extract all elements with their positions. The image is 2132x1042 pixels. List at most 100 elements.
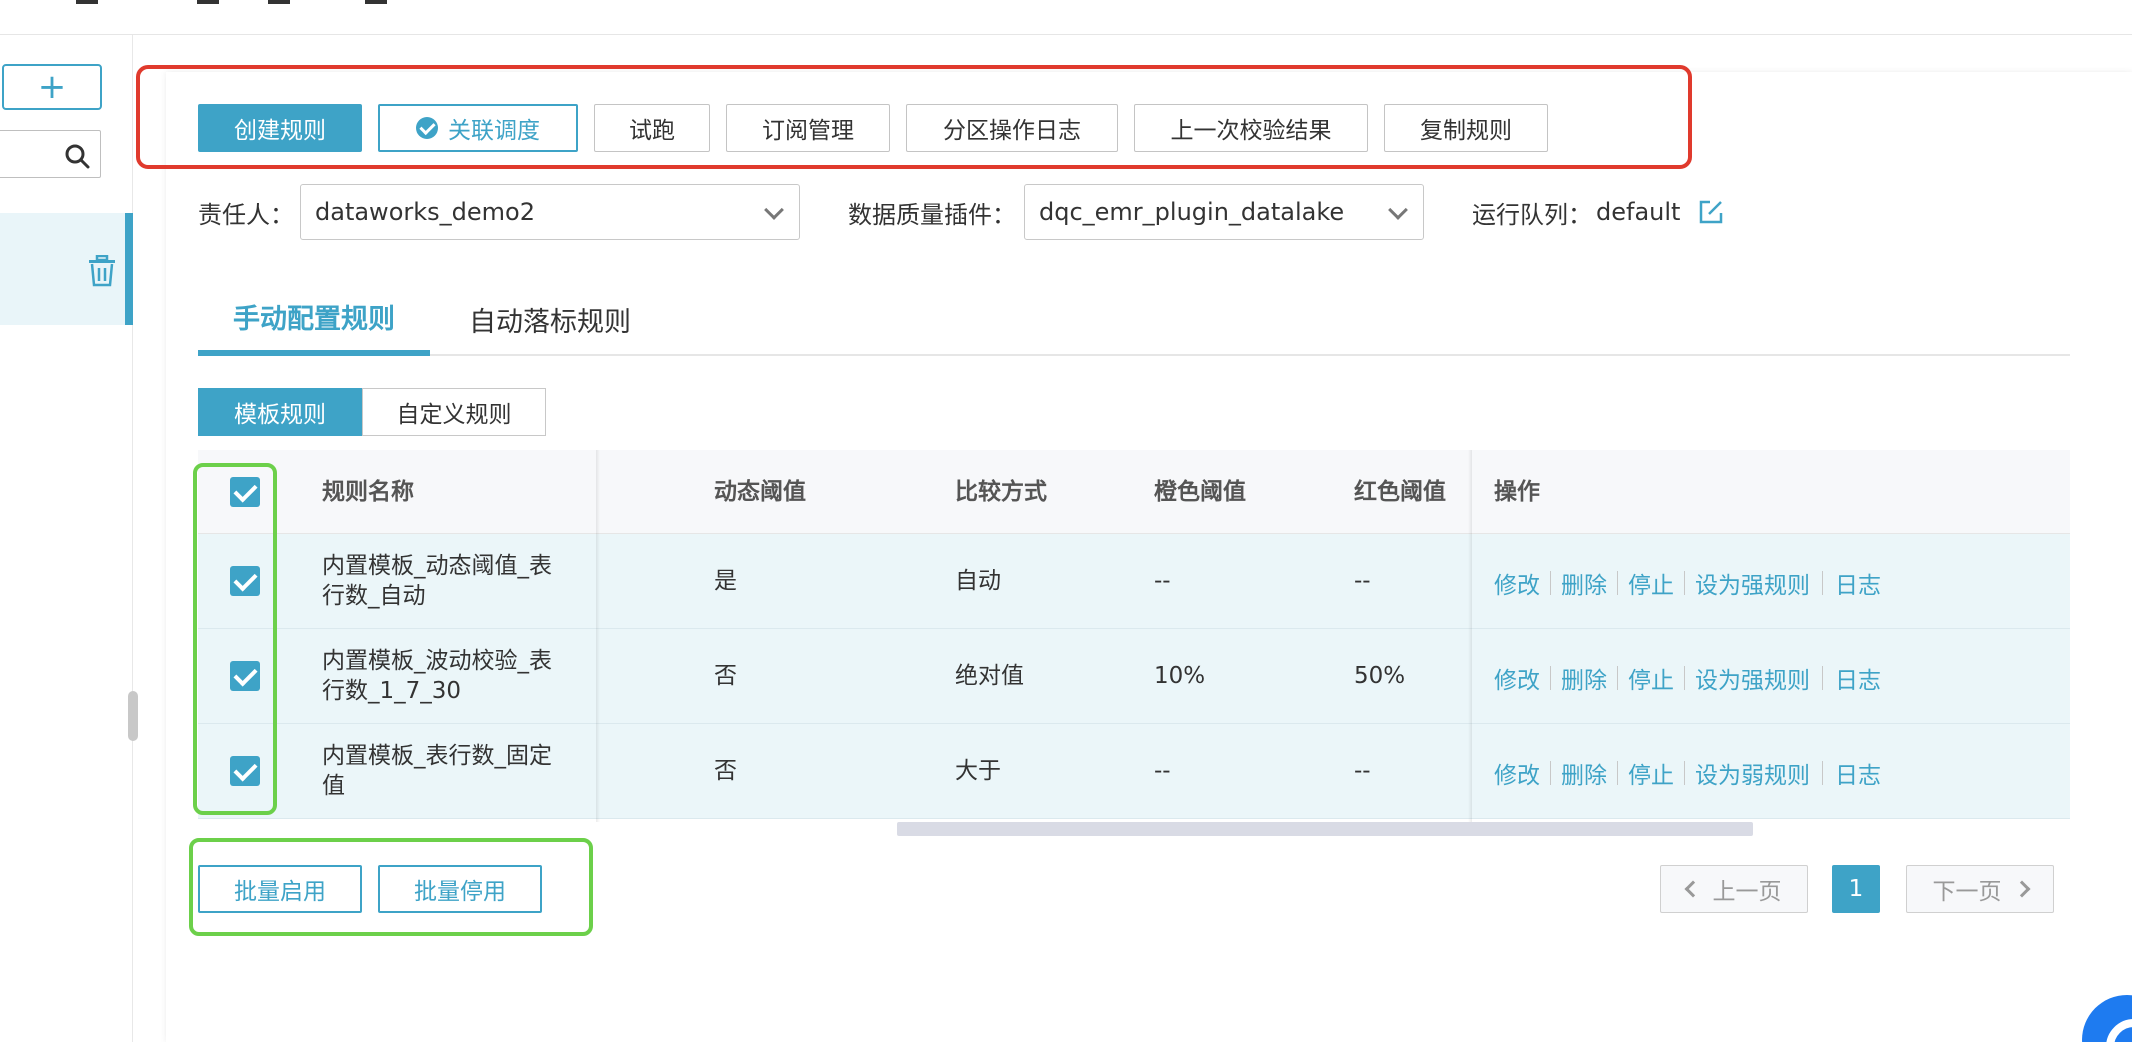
rule-name-line2: 行数_1_7_30 — [322, 678, 462, 704]
rule-type-switch: 模板规则 自定义规则 — [198, 388, 546, 436]
divider — [1617, 666, 1618, 690]
rule-name-line1: 内置模板_表行数_固定 — [322, 743, 552, 769]
header-fragment — [268, 0, 290, 4]
owner-select[interactable]: dataworks_demo2 — [300, 184, 800, 240]
trash-icon[interactable] — [87, 255, 117, 287]
set-strength-link[interactable]: 设为强规则 — [1695, 566, 1810, 600]
next-page-button[interactable]: 下一页 — [1906, 865, 2054, 913]
page-number-current[interactable]: 1 — [1832, 865, 1880, 913]
plugin-value: dqc_emr_plugin_datalake — [1039, 198, 1345, 226]
divider — [1684, 571, 1685, 595]
stop-link[interactable]: 停止 — [1628, 661, 1674, 695]
dynamic-threshold: 是 — [714, 568, 737, 594]
divider — [1550, 761, 1551, 785]
divider — [1822, 666, 1823, 690]
compare-mode: 自动 — [955, 568, 1001, 594]
owner-label: 责任人： — [198, 200, 294, 229]
header-dynamic: 动态阈值 — [714, 479, 806, 505]
config-row: 责任人： dataworks_demo2 数据质量插件： dqc_emr_plu… — [198, 184, 1724, 240]
header-red: 红色阈值 — [1354, 479, 1446, 505]
queue-label: 运行队列： — [1472, 200, 1592, 229]
annotation-box-batch-actions — [189, 838, 593, 936]
delete-link[interactable]: 删除 — [1561, 661, 1607, 695]
search-input[interactable] — [0, 130, 101, 178]
add-button[interactable]: + — [2, 64, 102, 110]
fixed-column-divider — [596, 450, 600, 822]
plus-icon: + — [37, 67, 67, 107]
rule-name-line1: 内置模板_动态阈值_表 — [322, 553, 552, 579]
chevron-down-icon — [1388, 200, 1408, 220]
rule-tabs: 手动配置规则 自动落标规则 — [198, 282, 2070, 356]
edit-icon[interactable] — [1698, 199, 1724, 225]
row-actions: 修改 删除 停止 设为强规则 日志 — [1494, 661, 1881, 695]
header-fragment — [365, 0, 387, 4]
log-link[interactable]: 日志 — [1835, 661, 1881, 695]
divider — [1822, 761, 1823, 785]
table-header: 规则名称 动态阈值 比较方式 橙色阈值 红色阈值 操作 — [198, 450, 2070, 534]
log-link[interactable]: 日志 — [1835, 756, 1881, 790]
divider — [1617, 571, 1618, 595]
next-page-label: 下一页 — [1932, 879, 2002, 905]
panel-resize-handle[interactable] — [128, 691, 138, 741]
orange-threshold: 10% — [1154, 663, 1206, 689]
fixed-column-divider — [1468, 450, 1472, 822]
header-name: 规则名称 — [322, 479, 414, 505]
header-fragment — [76, 0, 98, 4]
annotation-box-checkboxes — [193, 463, 277, 815]
plugin-select[interactable]: dqc_emr_plugin_datalake — [1024, 184, 1424, 240]
rule-name-line1: 内置模板_波动校验_表 — [322, 648, 552, 674]
compare-mode: 绝对值 — [955, 663, 1024, 689]
red-threshold: -- — [1354, 758, 1371, 784]
compare-mode: 大于 — [955, 758, 1001, 784]
divider — [1550, 571, 1551, 595]
prev-page-button[interactable]: 上一页 — [1660, 865, 1808, 913]
dynamic-threshold: 否 — [714, 663, 737, 689]
header-compare: 比较方式 — [955, 479, 1047, 505]
orange-threshold: -- — [1154, 758, 1171, 784]
app-root: + 创建规则 关联调度 试跑 订阅管理 分区操作日志 上一次校验结果 复制规则 … — [0, 0, 2132, 1042]
divider — [1822, 571, 1823, 595]
divider — [1684, 761, 1685, 785]
delete-link[interactable]: 删除 — [1561, 756, 1607, 790]
prev-page-label: 上一页 — [1712, 879, 1782, 905]
tab-manual-rules[interactable]: 手动配置规则 — [198, 282, 430, 356]
edit-link[interactable]: 修改 — [1494, 566, 1540, 600]
left-sidebar: + — [0, 35, 138, 1042]
dynamic-threshold: 否 — [714, 758, 737, 784]
delete-link[interactable]: 删除 — [1561, 566, 1607, 600]
table-horizontal-scrollbar[interactable] — [897, 822, 1753, 836]
rule-name-line2: 行数_自动 — [322, 583, 426, 609]
row-actions: 修改 删除 停止 设为强规则 日志 — [1494, 566, 1881, 600]
edit-link[interactable]: 修改 — [1494, 661, 1540, 695]
plugin-label: 数据质量插件： — [848, 200, 1016, 229]
chevron-down-icon — [764, 200, 784, 220]
chevron-right-icon — [2013, 880, 2030, 898]
rules-table: 规则名称 动态阈值 比较方式 橙色阈值 红色阈值 操作 内置模板_动态阈值_表 … — [198, 450, 2070, 822]
set-strength-link[interactable]: 设为弱规则 — [1695, 756, 1810, 790]
template-rules-toggle[interactable]: 模板规则 — [198, 388, 362, 436]
header-fragment — [197, 0, 219, 4]
top-header — [0, 0, 2132, 35]
custom-rules-toggle[interactable]: 自定义规则 — [362, 388, 546, 436]
header-ops: 操作 — [1494, 479, 1540, 505]
table-row: 内置模板_波动校验_表 行数_1_7_30 否 绝对值 10% 50% 修改 删… — [198, 629, 2070, 724]
log-link[interactable]: 日志 — [1835, 566, 1881, 600]
rule-name-line2: 值 — [322, 773, 345, 799]
tab-auto-rules[interactable]: 自动落标规则 — [430, 282, 670, 356]
sidebar-selected-item[interactable] — [0, 213, 133, 325]
red-threshold: -- — [1354, 568, 1371, 594]
header-orange: 橙色阈值 — [1154, 479, 1246, 505]
queue-value: default — [1596, 198, 1681, 226]
divider — [1617, 761, 1618, 785]
stop-link[interactable]: 停止 — [1628, 566, 1674, 600]
stop-link[interactable]: 停止 — [1628, 756, 1674, 790]
orange-threshold: -- — [1154, 568, 1171, 594]
set-strength-link[interactable]: 设为强规则 — [1695, 661, 1810, 695]
owner-value: dataworks_demo2 — [315, 198, 535, 226]
row-actions: 修改 删除 停止 设为弱规则 日志 — [1494, 756, 1881, 790]
annotation-box-toolbar — [136, 65, 1692, 169]
table-row: 内置模板_动态阈值_表 行数_自动 是 自动 -- -- 修改 删除 停止 设为… — [198, 534, 2070, 629]
table-row: 内置模板_表行数_固定 值 否 大于 -- -- 修改 删除 停止 设为弱规则 … — [198, 724, 2070, 819]
divider — [1550, 666, 1551, 690]
edit-link[interactable]: 修改 — [1494, 756, 1540, 790]
